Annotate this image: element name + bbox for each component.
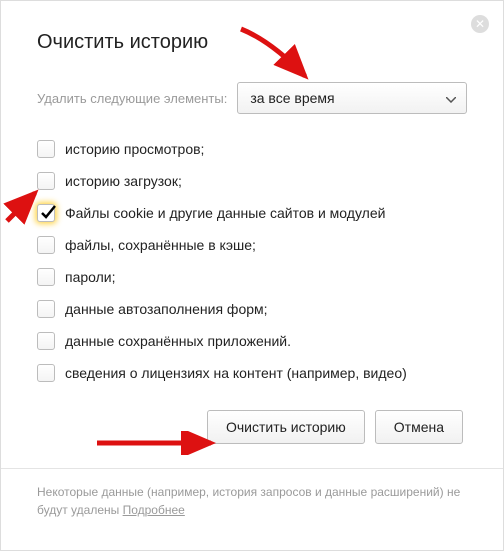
checkbox[interactable]	[37, 332, 55, 350]
option-label: сведения о лицензиях на контент (наприме…	[65, 365, 407, 381]
option-cached-files[interactable]: файлы, сохранённые в кэше;	[37, 236, 467, 254]
option-label: историю просмотров;	[65, 141, 204, 157]
button-row: Очистить историю Отмена	[37, 410, 467, 444]
footer-text: Некоторые данные (например, история запр…	[37, 485, 460, 517]
checkmark-icon	[39, 204, 57, 222]
button-label: Отмена	[394, 419, 444, 435]
button-label: Очистить историю	[226, 419, 346, 435]
option-label: Файлы cookie и другие данные сайтов и мо…	[65, 205, 385, 221]
time-range-label: Удалить следующие элементы:	[37, 91, 227, 106]
option-cookies[interactable]: Файлы cookie и другие данные сайтов и мо…	[37, 204, 467, 222]
time-range-value: за все время	[250, 90, 334, 106]
close-icon: ✕	[475, 17, 485, 31]
checkbox[interactable]	[37, 364, 55, 382]
time-range-row: Удалить следующие элементы: за все время	[37, 82, 467, 114]
checkbox[interactable]	[37, 140, 55, 158]
option-label: историю загрузок;	[65, 173, 182, 189]
clear-history-button[interactable]: Очистить историю	[207, 410, 365, 444]
options-list: историю просмотров; историю загрузок; Фа…	[37, 140, 467, 382]
clear-history-dialog: ✕ Очистить историю Удалить следующие эле…	[1, 1, 503, 539]
option-browsing-history[interactable]: историю просмотров;	[37, 140, 467, 158]
option-app-data[interactable]: данные сохранённых приложений.	[37, 332, 467, 350]
dialog-title: Очистить историю	[37, 31, 467, 54]
divider	[1, 468, 503, 469]
footer-note: Некоторые данные (например, история запр…	[37, 483, 467, 519]
details-link[interactable]: Подробнее	[123, 503, 185, 517]
option-label: файлы, сохранённые в кэше;	[65, 237, 256, 253]
chevron-down-icon	[446, 90, 456, 106]
option-autofill[interactable]: данные автозаполнения форм;	[37, 300, 467, 318]
option-label: данные сохранённых приложений.	[65, 333, 291, 349]
option-content-licenses[interactable]: сведения о лицензиях на контент (наприме…	[37, 364, 467, 382]
checkbox[interactable]	[37, 236, 55, 254]
cancel-button[interactable]: Отмена	[375, 410, 463, 444]
checkbox[interactable]	[37, 268, 55, 286]
checkbox[interactable]	[37, 172, 55, 190]
checkbox[interactable]	[37, 204, 55, 222]
option-label: пароли;	[65, 269, 116, 285]
checkbox[interactable]	[37, 300, 55, 318]
option-download-history[interactable]: историю загрузок;	[37, 172, 467, 190]
option-label: данные автозаполнения форм;	[65, 301, 268, 317]
close-button[interactable]: ✕	[471, 15, 489, 33]
option-passwords[interactable]: пароли;	[37, 268, 467, 286]
time-range-dropdown[interactable]: за все время	[237, 82, 467, 114]
